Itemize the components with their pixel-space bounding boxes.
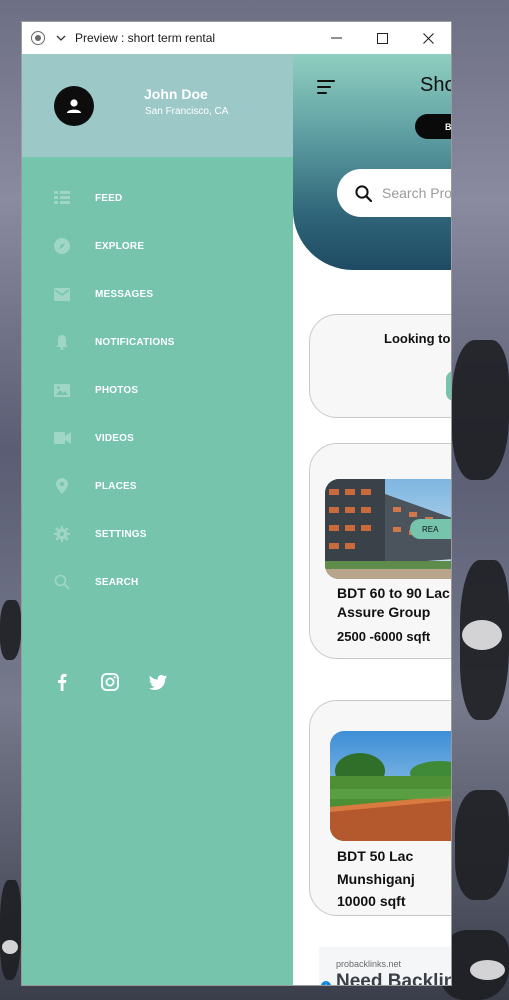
user-location: San Francisco, CA xyxy=(145,106,229,117)
window-title: Preview : short term rental xyxy=(75,31,216,45)
social-links xyxy=(22,670,293,694)
listing-size: 2500 -6000 sqft xyxy=(337,629,431,644)
close-button[interactable] xyxy=(405,22,451,54)
menu-label: SETTINGS xyxy=(95,528,147,540)
menu-label: PLACES xyxy=(95,480,137,492)
record-icon[interactable] xyxy=(31,31,45,45)
search-icon xyxy=(355,184,372,202)
ad-domain: probacklinks.net xyxy=(336,959,402,969)
search-input[interactable]: Search Pro xyxy=(382,185,451,201)
menu-item-search[interactable]: SEARCH xyxy=(22,558,293,606)
listing-size: 10000 sqft xyxy=(337,893,406,909)
menu-item-feed[interactable]: FEED xyxy=(22,174,293,222)
ad-info-icon[interactable]: i xyxy=(321,981,331,985)
menu-label: EXPLORE xyxy=(95,240,145,252)
navigation-drawer: John Doe San Francisco, CA FEED EXPLORE xyxy=(22,54,293,985)
window-titlebar: Preview : short term rental xyxy=(22,22,451,54)
menu-item-places[interactable]: PLACES xyxy=(22,462,293,510)
facebook-icon[interactable] xyxy=(52,672,72,692)
page-title: Sho xyxy=(420,74,451,96)
drawer-menu: FEED EXPLORE MESSAGES NOTIFICATIONS PHOT… xyxy=(22,174,293,606)
menu-label: MESSAGES xyxy=(95,288,154,300)
menu-label: VIDEOS xyxy=(95,432,134,444)
mail-icon xyxy=(53,285,71,303)
menu-item-messages[interactable]: MESSAGES xyxy=(22,270,293,318)
user-icon xyxy=(67,99,81,113)
minimize-button[interactable] xyxy=(313,22,359,54)
user-name: John Doe xyxy=(144,86,208,102)
feed-icon xyxy=(53,189,71,207)
listing-tag[interactable]: REA xyxy=(410,519,451,539)
listing-card[interactable]: BDT 50 Lac Munshiganj 10000 sqft xyxy=(309,700,451,916)
gear-icon xyxy=(53,525,71,543)
menu-item-videos[interactable]: VIDEOS xyxy=(22,414,293,462)
listing-location: Munshiganj xyxy=(337,871,415,887)
menu-label: FEED xyxy=(95,192,123,204)
ad-banner[interactable]: probacklinks.net Need Backlin i ✕ xyxy=(319,947,451,985)
menu-label: SEARCH xyxy=(95,576,139,588)
bell-icon xyxy=(53,333,71,351)
listing-location: Assure Group xyxy=(337,604,431,620)
listing-photo xyxy=(330,731,451,841)
menu-label: PHOTOS xyxy=(95,384,139,396)
chevron-down-icon[interactable] xyxy=(55,32,67,44)
listing-price: BDT 60 to 90 Lac xyxy=(337,585,450,601)
cta-button[interactable] xyxy=(446,371,451,401)
profile-header: John Doe San Francisco, CA xyxy=(22,54,293,157)
compass-icon xyxy=(53,237,71,255)
maximize-button[interactable] xyxy=(359,22,405,54)
preview-window: Preview : short term rental John Doe San xyxy=(21,21,452,986)
listing-card[interactable]: REA BDT 60 to 90 Lac Assure Group 2500 -… xyxy=(309,443,451,659)
search-bar[interactable]: Search Pro xyxy=(337,169,451,217)
menu-label: NOTIFICATIONS xyxy=(95,336,175,348)
hero-header: Sho B Search Pro xyxy=(293,54,451,270)
menu-item-notifications[interactable]: NOTIFICATIONS xyxy=(22,318,293,366)
main-content: Sho B Search Pro Looking to xyxy=(293,54,451,985)
cta-text: Looking to xyxy=(384,331,451,346)
menu-item-explore[interactable]: EXPLORE xyxy=(22,222,293,270)
instagram-icon[interactable] xyxy=(100,672,120,692)
twitter-icon[interactable] xyxy=(148,672,168,692)
menu-item-settings[interactable]: SETTINGS xyxy=(22,510,293,558)
search-icon xyxy=(53,573,71,591)
menu-icon[interactable] xyxy=(317,80,335,94)
ad-headline[interactable]: Need Backlin xyxy=(336,971,451,985)
cta-card: Looking to xyxy=(309,314,451,418)
avatar[interactable] xyxy=(54,86,94,126)
map-pin-icon xyxy=(53,477,71,495)
image-icon xyxy=(53,381,71,399)
video-camera-icon xyxy=(53,429,71,447)
category-button[interactable]: B xyxy=(415,114,451,139)
listing-price: BDT 50 Lac xyxy=(337,848,414,864)
menu-item-photos[interactable]: PHOTOS xyxy=(22,366,293,414)
